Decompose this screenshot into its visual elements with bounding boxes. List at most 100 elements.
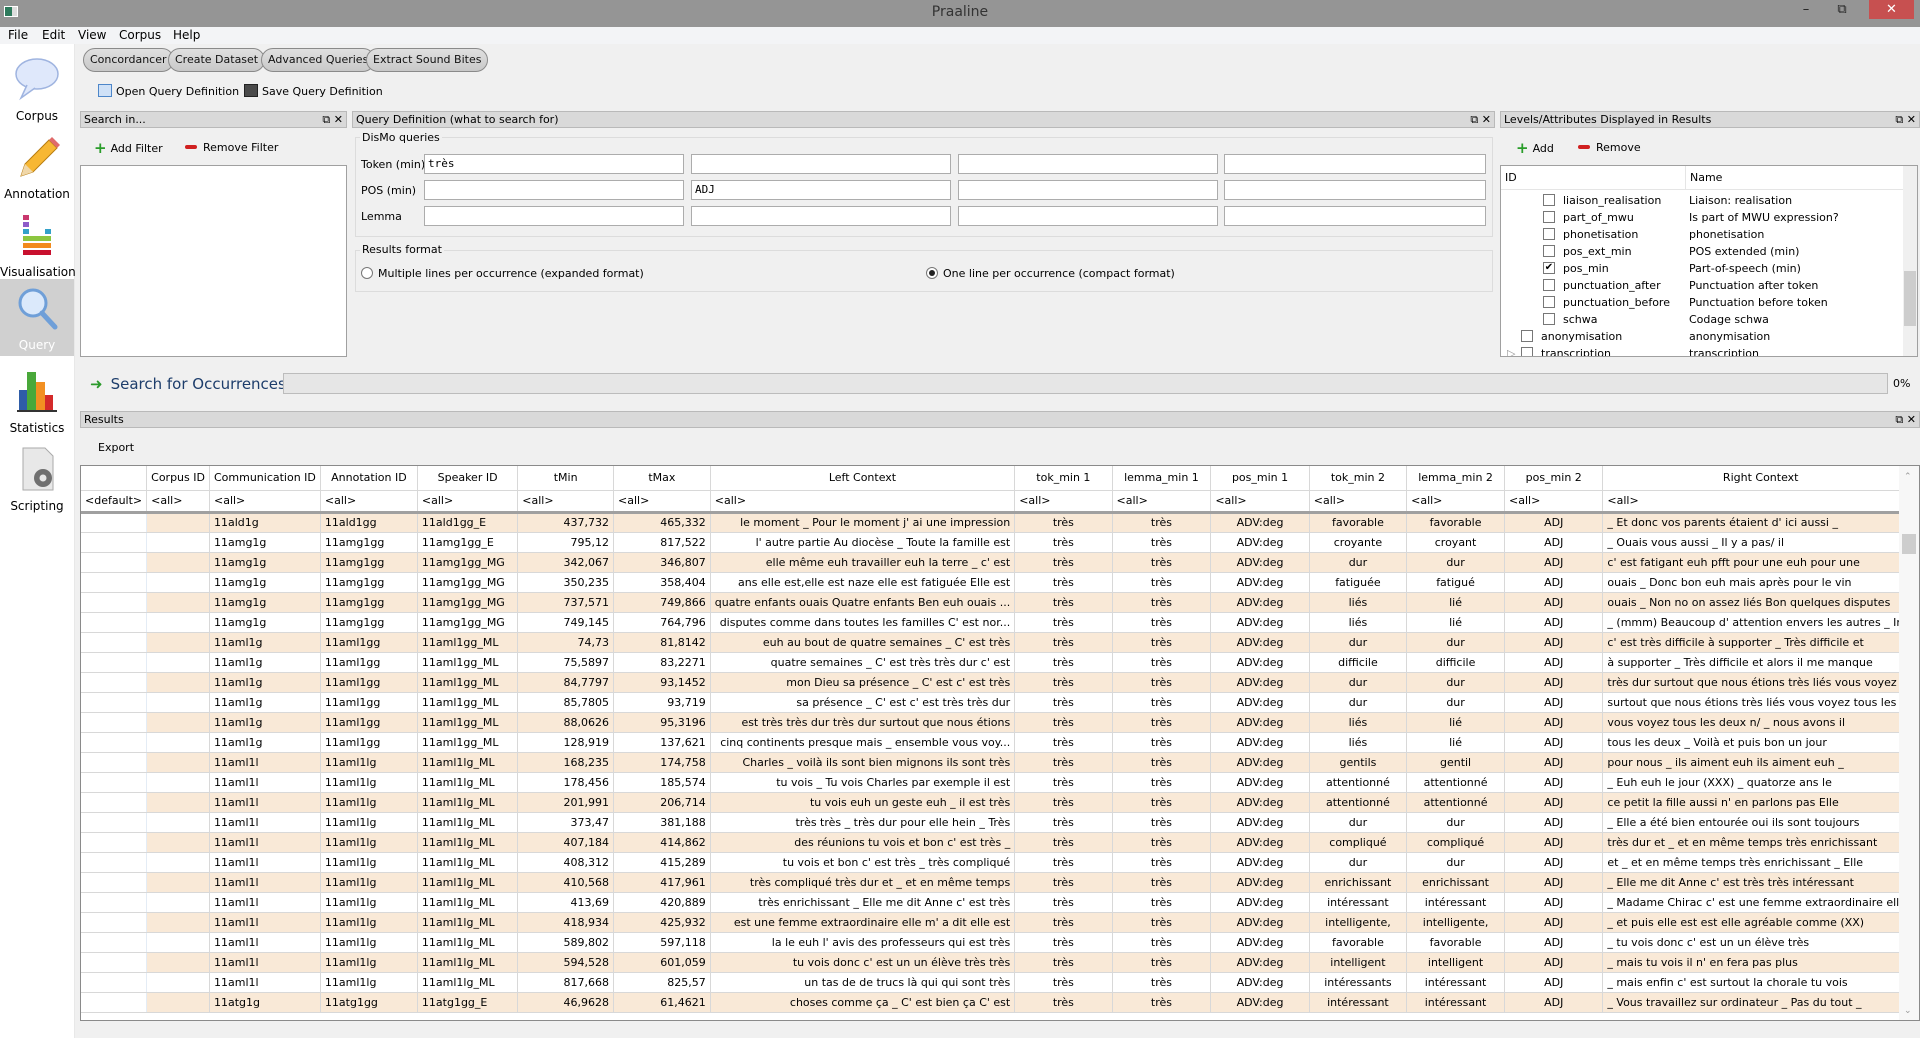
column-header[interactable]: Speaker ID [417, 466, 519, 491]
column-filter[interactable]: <all> [710, 490, 1016, 514]
table-row[interactable]: 11aml1g 11aml1gg 11aml1gg_ML 84,7797 93,1452… [81, 672, 1919, 693]
export-button[interactable]: Export [98, 441, 134, 454]
col-id-header[interactable]: ID [1505, 166, 1517, 190]
compact-format-radio[interactable]: One line per occurrence (compact format) [926, 267, 1175, 280]
table-row[interactable]: 11aml1l 11aml1lg 11aml1lg_ML 817,668 825,57 u… [81, 972, 1919, 993]
scrollbar-thumb[interactable] [1902, 534, 1916, 554]
table-row[interactable]: 11aml1l 11aml1lg 11aml1lg_ML 589,802 597,118… [81, 932, 1919, 953]
lemma-field-1[interactable] [424, 206, 684, 226]
level-item[interactable]: liaison_realisation Liaison: realisation [1501, 192, 1905, 209]
table-row[interactable]: 11amg1g 11amg1gg 11amg1gg_MG 342,067 346,807… [81, 552, 1919, 573]
table-row[interactable]: 11aml1l 11aml1lg 11aml1lg_ML 373,47 381,188 t… [81, 812, 1919, 833]
dock-controls[interactable]: ⧉ ✕ [1470, 112, 1491, 127]
concordancer-button[interactable]: Concordancer [83, 48, 174, 72]
advanced-queries-button[interactable]: Advanced Queries [261, 48, 376, 72]
level-checkbox[interactable] [1543, 313, 1555, 325]
lemma-field-4[interactable] [1224, 206, 1486, 226]
column-filter[interactable]: <all> [146, 490, 210, 514]
restore-button[interactable]: ⧉ [1820, 0, 1864, 19]
table-row[interactable]: 11aml1g 11aml1gg 11aml1gg_ML 75,5897 83,2271… [81, 652, 1919, 673]
column-filter[interactable]: <all> [209, 490, 321, 514]
scroll-up-icon[interactable]: ⌃ [1904, 472, 1912, 482]
column-header[interactable]: lemma_min 2 [1406, 466, 1505, 491]
menu-file[interactable]: File [8, 27, 28, 44]
menu-corpus[interactable]: Corpus [119, 27, 161, 44]
pos-min-field-1[interactable] [424, 180, 684, 200]
pos-min-field-4[interactable] [1224, 180, 1486, 200]
close-button[interactable]: ✕ [1869, 0, 1914, 19]
pos-min-field-3[interactable] [958, 180, 1218, 200]
column-header[interactable]: pos_min 1 [1210, 466, 1310, 491]
column-filter[interactable]: <all> [1406, 490, 1505, 514]
column-header[interactable]: Communication ID [209, 466, 321, 491]
level-item[interactable]: punctuation_before Punctuation before tok… [1501, 294, 1905, 311]
column-filter[interactable]: <all> [1210, 490, 1310, 514]
level-item[interactable]: phonetisation phonetisation [1501, 226, 1905, 243]
column-header[interactable]: pos_min 2 [1504, 466, 1604, 491]
level-item[interactable]: anonymisation anonymisation [1501, 328, 1905, 345]
level-checkbox[interactable] [1543, 194, 1555, 206]
column-header[interactable]: Annotation ID [320, 466, 418, 491]
level-checkbox[interactable] [1543, 245, 1555, 257]
extract-sound-bites-button[interactable]: Extract Sound Bites [366, 48, 489, 72]
level-item[interactable]: pos_ext_min POS extended (min) [1501, 243, 1905, 260]
column-filter[interactable]: <all> [1602, 490, 1919, 514]
column-filter[interactable]: <all> [1504, 490, 1604, 514]
table-row[interactable]: 11aml1l 11aml1lg 11aml1lg_ML 168,235 174,758… [81, 752, 1919, 773]
dock-controls[interactable]: ⧉ ✕ [1895, 412, 1916, 427]
add-level-button[interactable]: + Add [1516, 140, 1554, 157]
sidebar-item-visualisation[interactable]: Visualisation [0, 206, 76, 283]
table-row[interactable]: 11aml1l 11aml1lg 11aml1lg_ML 407,184 414,862… [81, 832, 1919, 853]
level-checkbox[interactable] [1543, 279, 1555, 291]
column-header[interactable]: Corpus ID [146, 466, 210, 491]
level-item[interactable]: part_of_mwu Is part of MWU expression? [1501, 209, 1905, 226]
menu-edit[interactable]: Edit [42, 27, 65, 44]
table-row[interactable]: 11aml1l 11aml1lg 11aml1lg_ML 594,528 601,059… [81, 952, 1919, 973]
column-filter[interactable]: <default> [81, 490, 148, 514]
remove-level-button[interactable]: Remove [1578, 140, 1641, 156]
token-min-field-2[interactable] [691, 154, 951, 174]
table-row[interactable]: 11aml1g 11aml1gg 11aml1gg_ML 88,0626 95,3196… [81, 712, 1919, 733]
scroll-down-icon[interactable]: ⌄ [1904, 1006, 1912, 1016]
sidebar-item-annotation[interactable]: Annotation [0, 128, 74, 205]
level-item[interactable]: ✔ pos_min Part-of-speech (min) [1501, 260, 1905, 277]
token-min-field-1[interactable]: très [424, 154, 684, 174]
column-filter[interactable]: <all> [1309, 490, 1408, 514]
menu-help[interactable]: Help [173, 27, 200, 44]
scrollbar-thumb[interactable] [1904, 271, 1916, 326]
results-scrollbar[interactable]: ⌃ ⌄ [1899, 466, 1919, 1020]
table-row[interactable]: 11aml1g 11aml1gg 11aml1gg_ML 128,919 137,621… [81, 732, 1919, 753]
sidebar-item-corpus[interactable]: Corpus [0, 50, 74, 127]
column-header[interactable]: lemma_min 1 [1112, 466, 1212, 491]
open-query-definition-button[interactable]: Open Query Definition [98, 84, 239, 100]
search-occurrences-button[interactable]: ➜ Search for Occurrences [90, 375, 286, 393]
filter-list[interactable] [80, 165, 347, 357]
col-name-header[interactable]: Name [1685, 166, 1722, 190]
level-checkbox[interactable] [1521, 330, 1533, 342]
dock-controls[interactable]: ⧉ ✕ [1895, 112, 1916, 127]
create-dataset-button[interactable]: Create Dataset [168, 48, 266, 72]
sidebar-item-scripting[interactable]: Scripting [0, 440, 74, 517]
dock-controls[interactable]: ⧉ ✕ [322, 112, 343, 127]
level-checkbox[interactable] [1543, 211, 1555, 223]
column-header[interactable]: tMin [517, 466, 615, 491]
pos-min-field-2[interactable]: ADJ [691, 180, 951, 200]
level-checkbox[interactable] [1543, 228, 1555, 240]
column-filter[interactable]: <all> [517, 490, 615, 514]
token-min-field-4[interactable] [1224, 154, 1486, 174]
level-item[interactable]: ▷ transcription transcription [1501, 345, 1905, 356]
sidebar-item-query[interactable]: Query [0, 279, 74, 356]
table-row[interactable]: 11aml1g 11aml1gg 11aml1gg_ML 74,73 81,8142 eu… [81, 632, 1919, 653]
table-row[interactable]: 11ald1g 11ald1gg 11ald1gg_E 437,732 465,332 l… [81, 512, 1919, 533]
sidebar-item-statistics[interactable]: Statistics [0, 362, 74, 439]
lemma-field-3[interactable] [958, 206, 1218, 226]
table-row[interactable]: 11aml1l 11aml1lg 11aml1lg_ML 413,69 420,889 t… [81, 892, 1919, 913]
token-min-field-3[interactable] [958, 154, 1218, 174]
table-row[interactable]: 11amg1g 11amg1gg 11amg1gg_MG 350,235 358,404… [81, 572, 1919, 593]
lemma-field-2[interactable] [691, 206, 951, 226]
table-row[interactable]: 11amg1g 11amg1gg 11amg1gg_MG 737,571 749,866… [81, 592, 1919, 613]
expanded-format-radio[interactable]: Multiple lines per occurrence (expanded … [361, 267, 644, 280]
table-row[interactable]: 11aml1g 11aml1gg 11aml1gg_ML 85,7805 93,719 s… [81, 692, 1919, 713]
column-header[interactable]: Right Context [1602, 466, 1919, 491]
level-checkbox[interactable] [1543, 296, 1555, 308]
